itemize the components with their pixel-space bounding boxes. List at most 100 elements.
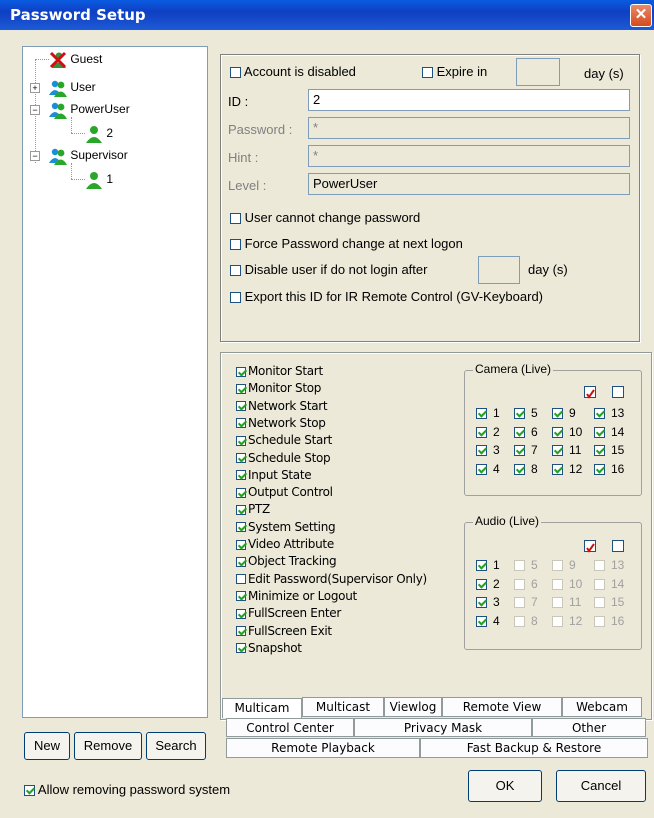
permission-checkbox[interactable]: PTZ bbox=[236, 502, 270, 516]
disable-days-field[interactable] bbox=[478, 256, 520, 284]
audio-channel-checkbox[interactable]: 3 bbox=[476, 595, 500, 609]
close-button[interactable]: ✕ bbox=[630, 4, 652, 27]
audio-channel-checkbox[interactable]: 7 bbox=[514, 595, 538, 609]
audio-channel-checkbox[interactable]: 8 bbox=[514, 614, 538, 628]
permission-label: Schedule Start bbox=[248, 433, 333, 448]
id-field[interactable]: 2 bbox=[308, 89, 630, 111]
permission-checkbox[interactable]: Monitor Stop bbox=[236, 381, 321, 395]
permission-checkbox[interactable]: Schedule Stop bbox=[236, 451, 331, 465]
permission-checkbox[interactable]: Input State bbox=[236, 468, 312, 482]
camera-channel-checkbox[interactable]: 10 bbox=[552, 425, 582, 439]
permission-checkbox[interactable]: Network Start bbox=[236, 399, 328, 413]
tab-remote-playback[interactable]: Remote Playback bbox=[226, 738, 420, 758]
permission-checkbox[interactable]: Object Tracking bbox=[236, 554, 337, 568]
channel-number: 1 bbox=[493, 406, 500, 420]
expire-checkbox[interactable]: Expire in bbox=[422, 64, 487, 79]
expand-icon[interactable]: + bbox=[30, 83, 40, 93]
audio-channel-checkbox[interactable]: 1 bbox=[476, 558, 500, 572]
tree-node-label: Supervisor bbox=[70, 148, 128, 163]
cannot-change-password-checkbox[interactable]: User cannot change password bbox=[230, 210, 420, 225]
password-field[interactable]: * bbox=[308, 117, 630, 139]
checkbox-box bbox=[476, 463, 487, 475]
ok-button[interactable]: OK bbox=[468, 770, 542, 802]
collapse-icon[interactable]: − bbox=[30, 105, 40, 115]
camera-channel-checkbox[interactable]: 13 bbox=[594, 406, 624, 420]
hint-field[interactable]: * bbox=[308, 145, 630, 167]
audio-channel-checkbox[interactable]: 4 bbox=[476, 614, 500, 628]
remove-button[interactable]: Remove bbox=[74, 732, 142, 760]
camera-channel-checkbox[interactable]: 1 bbox=[476, 406, 500, 420]
tab-other[interactable]: Other bbox=[532, 718, 646, 737]
permission-checkbox[interactable]: FullScreen Enter bbox=[236, 606, 341, 620]
allow-removing-checkbox[interactable]: Allow removing password system bbox=[24, 782, 230, 797]
checkbox-box bbox=[236, 470, 246, 481]
tab-remote-view[interactable]: Remote View bbox=[442, 697, 562, 717]
search-button[interactable]: Search bbox=[146, 732, 206, 760]
permission-checkbox[interactable]: Minimize or Logout bbox=[236, 589, 357, 603]
permission-checkbox[interactable]: Snapshot bbox=[236, 641, 302, 655]
audio-channel-checkbox[interactable]: 5 bbox=[514, 558, 538, 572]
camera-channel-checkbox[interactable]: 6 bbox=[514, 425, 538, 439]
collapse-icon[interactable]: − bbox=[30, 151, 40, 161]
camera-channel-checkbox[interactable]: 3 bbox=[476, 443, 500, 457]
tab-webcam[interactable]: Webcam bbox=[562, 697, 642, 717]
tree-node-supervisor[interactable]: Supervisor bbox=[49, 147, 128, 165]
tree-node-poweruser[interactable]: PowerUser bbox=[49, 101, 130, 119]
camera-channel-checkbox[interactable]: 11 bbox=[552, 443, 581, 457]
select-all-audio-icon[interactable] bbox=[584, 540, 596, 553]
tab-multicast[interactable]: Multicast bbox=[302, 697, 384, 717]
tab-control-center[interactable]: Control Center bbox=[226, 718, 354, 737]
checkbox-box bbox=[594, 615, 605, 627]
checkbox-box bbox=[514, 426, 525, 438]
camera-channel-checkbox[interactable]: 16 bbox=[594, 462, 624, 476]
camera-channel-checkbox[interactable]: 2 bbox=[476, 425, 500, 439]
camera-channel-checkbox[interactable]: 7 bbox=[514, 443, 538, 457]
tree-node-guest[interactable]: Guest bbox=[49, 51, 102, 69]
cancel-button[interactable]: Cancel bbox=[556, 770, 646, 802]
permission-checkbox[interactable]: Video Attribute bbox=[236, 537, 334, 551]
clear-all-camera-icon[interactable] bbox=[612, 386, 624, 398]
audio-channel-checkbox[interactable]: 12 bbox=[552, 614, 582, 628]
tree-node-user-2[interactable]: 2 bbox=[85, 125, 113, 143]
audio-channel-checkbox[interactable]: 6 bbox=[514, 577, 538, 591]
expire-days-field[interactable] bbox=[516, 58, 560, 86]
permission-checkbox[interactable]: Schedule Start bbox=[236, 433, 332, 447]
clear-all-audio-icon[interactable] bbox=[612, 540, 624, 552]
select-all-camera-icon[interactable] bbox=[584, 386, 596, 399]
permission-checkbox[interactable]: Monitor Start bbox=[236, 364, 323, 378]
audio-channel-checkbox[interactable]: 15 bbox=[594, 595, 624, 609]
camera-channel-checkbox[interactable]: 5 bbox=[514, 406, 538, 420]
checkbox-box bbox=[236, 591, 246, 602]
tree-node-user-1[interactable]: 1 bbox=[85, 171, 113, 189]
camera-channel-checkbox[interactable]: 14 bbox=[594, 425, 624, 439]
permission-checkbox[interactable]: FullScreen Exit bbox=[236, 624, 332, 638]
tab-multicam[interactable]: Multicam bbox=[222, 698, 302, 718]
tab-privacy-mask[interactable]: Privacy Mask bbox=[354, 718, 532, 737]
checkbox-box bbox=[594, 445, 605, 457]
audio-channel-checkbox[interactable]: 2 bbox=[476, 577, 500, 591]
camera-channel-checkbox[interactable]: 9 bbox=[552, 406, 576, 420]
permission-checkbox[interactable]: Network Stop bbox=[236, 416, 326, 430]
audio-channel-checkbox[interactable]: 13 bbox=[594, 558, 624, 572]
permission-checkbox[interactable]: Output Control bbox=[236, 485, 333, 499]
tab-fast-backup-restore[interactable]: Fast Backup & Restore bbox=[420, 738, 648, 758]
force-password-change-checkbox[interactable]: Force Password change at next logon bbox=[230, 236, 463, 251]
tree-node-user[interactable]: User bbox=[49, 79, 96, 97]
camera-channel-checkbox[interactable]: 8 bbox=[514, 462, 538, 476]
tab-viewlog[interactable]: Viewlog bbox=[384, 697, 442, 717]
audio-channel-checkbox[interactable]: 16 bbox=[594, 614, 624, 628]
audio-channel-checkbox[interactable]: 10 bbox=[552, 577, 582, 591]
audio-channel-checkbox[interactable]: 14 bbox=[594, 577, 624, 591]
user-tree[interactable]: Guest + User − PowerUser 2 − Supervisor bbox=[22, 46, 208, 718]
permission-checkbox[interactable]: Edit Password(Supervisor Only) bbox=[236, 572, 427, 586]
account-disabled-checkbox[interactable]: Account is disabled bbox=[230, 64, 356, 79]
camera-channel-checkbox[interactable]: 15 bbox=[594, 443, 624, 457]
new-button[interactable]: New bbox=[24, 732, 70, 760]
camera-channel-checkbox[interactable]: 4 bbox=[476, 462, 500, 476]
camera-channel-checkbox[interactable]: 12 bbox=[552, 462, 582, 476]
audio-channel-checkbox[interactable]: 11 bbox=[552, 595, 581, 609]
disable-user-checkbox[interactable]: Disable user if do not login after bbox=[230, 262, 427, 277]
export-ir-checkbox[interactable]: Export this ID for IR Remote Control (GV… bbox=[230, 289, 543, 304]
permission-checkbox[interactable]: System Setting bbox=[236, 520, 336, 534]
audio-channel-checkbox[interactable]: 9 bbox=[552, 558, 576, 572]
